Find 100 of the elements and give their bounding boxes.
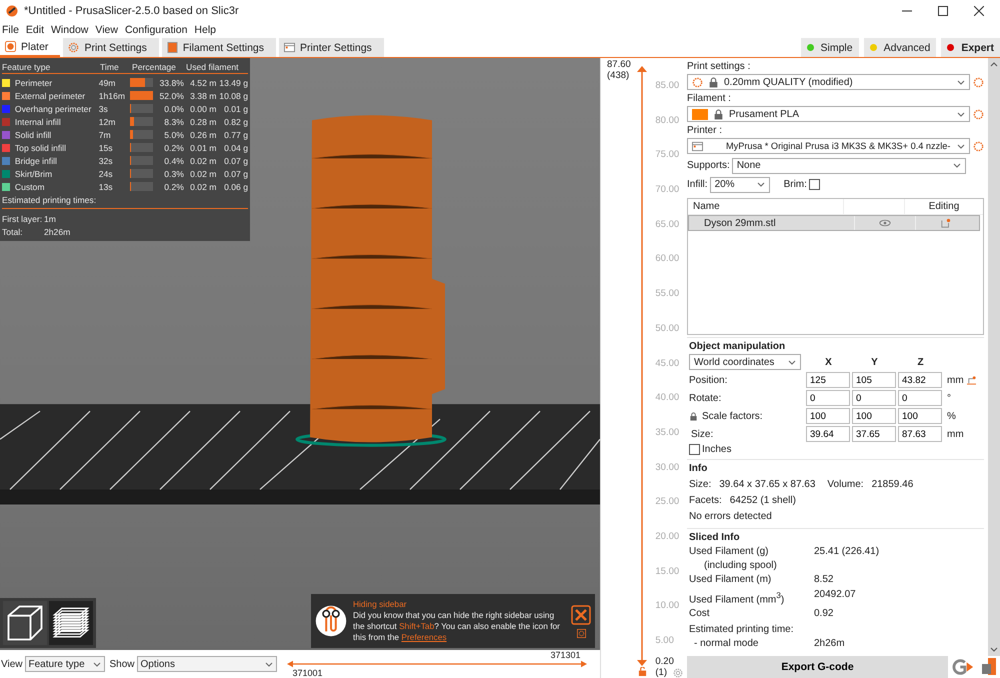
supports-label: Supports: — [687, 160, 730, 171]
supports-dropdown[interactable]: None — [732, 158, 966, 174]
layer-height-tick: 20.00 — [655, 530, 680, 542]
inches-checkbox[interactable] — [689, 444, 700, 455]
coordinates-dropdown[interactable]: World coordinates — [689, 354, 801, 370]
unit-label: mm — [947, 374, 964, 386]
column-header: Used filament — [186, 62, 239, 72]
feature-time: 24s — [98, 168, 114, 178]
feature-weight: 0.82 g — [223, 116, 248, 126]
feature-time: 49m — [98, 78, 116, 88]
sliced-info-value: 25.41 (226.41) — [814, 545, 880, 559]
sliced-info-sublabel: (including spool) — [703, 559, 778, 573]
sliced-info-value: 0.92 — [814, 607, 834, 622]
brim-checkbox[interactable] — [808, 179, 820, 190]
app-logo-icon — [6, 5, 18, 17]
number-field[interactable]: 87.63 — [898, 426, 942, 442]
time-value: 2h26m — [44, 226, 70, 236]
menu-item[interactable]: Edit — [26, 24, 44, 36]
tab[interactable]: Printer Settings — [279, 38, 384, 57]
number-field[interactable]: 0 — [852, 390, 896, 406]
3d-view-icon[interactable] — [3, 601, 47, 645]
column-header: Name — [692, 201, 721, 212]
object-row[interactable]: Dyson 29mm.stl — [688, 215, 980, 231]
print-settings-label: Print settings : — [687, 60, 752, 74]
slider-bottom-value: 0.20 — [655, 656, 675, 667]
horizontal-slider-track[interactable] — [286, 660, 587, 668]
show-dropdown[interactable]: Options — [136, 656, 277, 672]
sliced-info-value: 20492.07 — [814, 588, 856, 602]
show-label: Show — [110, 658, 135, 670]
axis-label: X — [824, 356, 833, 368]
mode-button[interactable]: Advanced — [864, 38, 936, 57]
estimated-times-heading: Estimated printing times: — [2, 195, 248, 209]
number-field[interactable]: 43.82 — [898, 372, 942, 388]
notification-title: Hiding sidebar — [353, 599, 408, 610]
feature-percentage: 33.8% — [158, 78, 184, 88]
maximize-icon[interactable] — [938, 6, 948, 16]
unit-label: % — [947, 410, 956, 422]
gear-icon[interactable] — [973, 108, 984, 120]
time-label: First layer: — [2, 214, 44, 224]
printer-icon — [284, 42, 296, 53]
gear-icon[interactable] — [973, 76, 984, 88]
menu-item[interactable]: Help — [194, 24, 216, 36]
number-field[interactable]: 37.65 — [852, 426, 896, 442]
number-field[interactable]: 39.64 — [806, 426, 850, 442]
number-field[interactable]: 100 — [852, 408, 896, 424]
scroll-down-icon[interactable] — [990, 647, 998, 652]
preferences-link[interactable]: Preferences — [401, 632, 447, 642]
layer-height-tick: 25.00 — [655, 496, 680, 508]
gear-icon[interactable] — [673, 668, 683, 678]
close-icon[interactable] — [974, 6, 984, 16]
feature-time: 3s — [98, 104, 109, 114]
field-label: Position: — [689, 374, 728, 386]
number-field[interactable]: 0 — [806, 390, 850, 406]
settings-icon[interactable] — [576, 628, 586, 638]
gear-icon[interactable] — [973, 140, 984, 152]
feature-name: Solid infill — [14, 130, 52, 140]
number-field[interactable]: 125 — [806, 372, 850, 388]
info-value: 21859.46 — [872, 478, 914, 490]
drop-to-bed-icon[interactable] — [966, 376, 977, 384]
sliced-info-label: Used Filament (mm$^{3}$) — [689, 589, 786, 608]
scroll-up-icon[interactable] — [990, 62, 998, 67]
print-settings-dropdown[interactable]: 0.20mm QUALITY (modified) — [687, 74, 970, 90]
vertical-slider-track[interactable] — [637, 66, 648, 666]
layers-view-icon[interactable] — [49, 601, 93, 645]
filament-swatch — [692, 108, 708, 120]
mode-button[interactable]: Simple — [800, 38, 859, 57]
menu-item[interactable]: View — [95, 24, 118, 36]
gcode-preview-icon[interactable] — [952, 657, 974, 677]
mode-button[interactable]: Expert — [941, 38, 1000, 57]
number-field[interactable]: 100 — [898, 408, 942, 424]
tab[interactable]: Print Settings — [63, 38, 159, 57]
number-field[interactable]: 105 — [852, 372, 896, 388]
feature-length: 4.52 m — [189, 78, 216, 88]
eye-icon[interactable] — [879, 219, 891, 227]
info-value: 39.64 x 37.65 x 87.63 — [719, 478, 816, 490]
scrollbar[interactable] — [988, 58, 1000, 656]
edit-settings-icon[interactable] — [941, 218, 951, 228]
feature-length: 0.02 m — [189, 168, 216, 178]
infill-dropdown[interactable]: 20% — [710, 176, 770, 192]
feature-time: 12m — [98, 116, 116, 126]
printer-dropdown[interactable]: MyPrusa * Original Prusa i3 MK3S & MK3S+ 0.4 nzzle- — [687, 138, 970, 154]
chevron-down-icon — [957, 144, 965, 148]
menu-item[interactable]: Window — [51, 24, 88, 36]
menu-item[interactable]: File — [2, 24, 19, 36]
export-gcode-button[interactable]: Export G-code — [687, 656, 948, 678]
padlock-icon[interactable] — [689, 412, 698, 420]
plater-icon — [5, 41, 16, 52]
tab[interactable]: Filament Settings — [162, 38, 276, 57]
tab[interactable]: Plater — [0, 38, 60, 57]
number-field[interactable]: 100 — [806, 408, 850, 424]
feature-length: 0.02 m — [189, 156, 216, 166]
view-dropdown[interactable]: Feature type — [24, 656, 104, 672]
chevron-down-icon — [788, 360, 796, 364]
number-field[interactable]: 0 — [898, 390, 942, 406]
feature-time: 7m — [98, 130, 112, 140]
menu-item[interactable]: Configuration — [124, 24, 188, 36]
filament-label: Filament : — [687, 92, 732, 106]
feature-name: Overhang perimeter — [14, 104, 92, 114]
unlocked-padlock-icon[interactable] — [638, 667, 647, 676]
filament-dropdown[interactable]: Prusament PLA — [687, 106, 970, 122]
